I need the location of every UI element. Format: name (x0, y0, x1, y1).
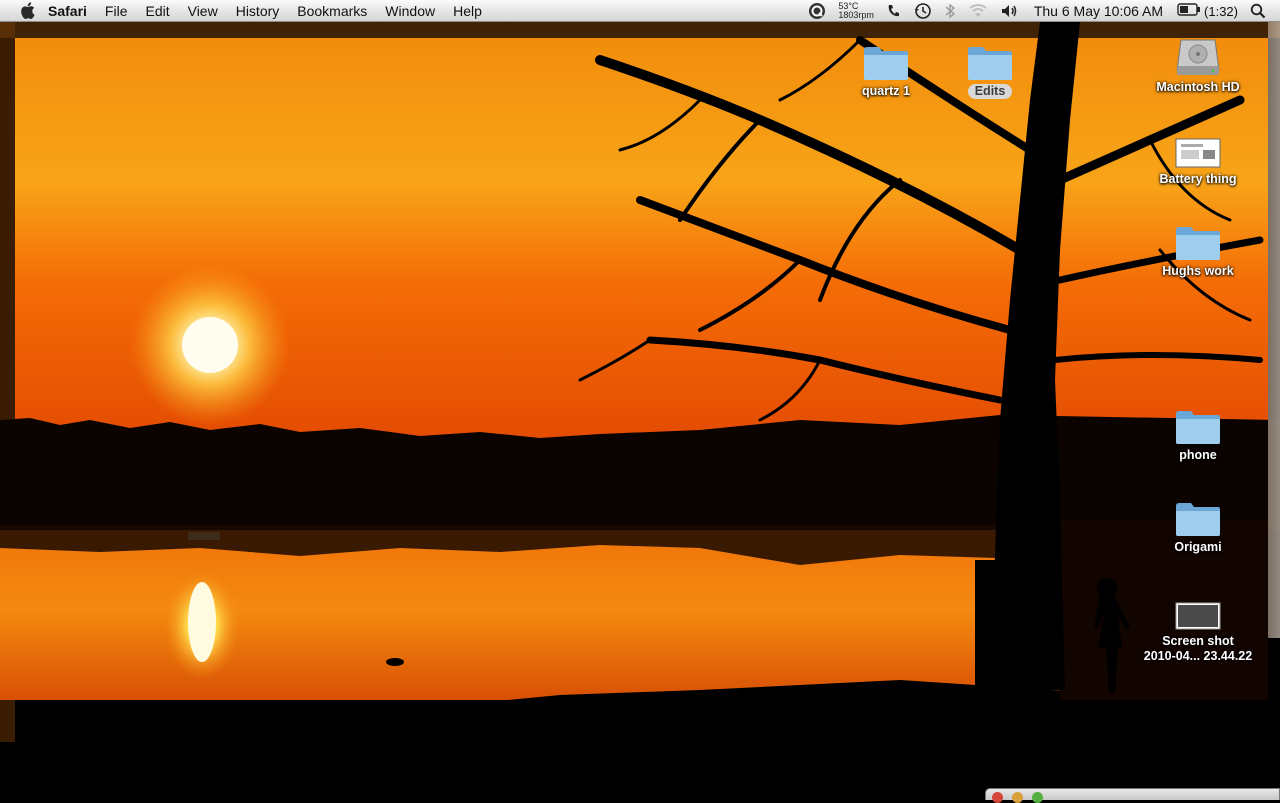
icon-label: quartz 1 (862, 84, 910, 98)
desktop-folder-hughs-work[interactable]: Hughs work (1133, 214, 1263, 279)
hard-drive-icon (1172, 30, 1224, 78)
menu-history[interactable]: History (227, 0, 289, 22)
fan-speed-value: 1803rpm (838, 10, 874, 20)
phone-icon[interactable] (886, 0, 902, 22)
status-area: 53°C 1803rpm Thu 6 May 10:06 AM (1:32) (802, 0, 1280, 22)
quicksilver-icon[interactable] (808, 0, 826, 22)
desktop-wallpaper (0, 0, 1280, 800)
temperature-monitor[interactable]: 53°C 1803rpm (838, 2, 874, 20)
desktop-disk-macintosh-hd[interactable]: Macintosh HD (1133, 30, 1263, 95)
folder-icon (860, 34, 912, 82)
desktop-folder-origami[interactable]: Origami (1133, 490, 1263, 555)
desktop-folder-edits[interactable]: Edits (925, 34, 1055, 99)
icon-label: Battery thing (1159, 172, 1237, 186)
menu-window[interactable]: Window (376, 0, 444, 22)
zoom-button[interactable] (1032, 792, 1043, 803)
screenshot-file-icon (1172, 122, 1224, 170)
window-edge (1268, 22, 1280, 638)
battery-time: (1:32) (1204, 3, 1238, 19)
menu-view[interactable]: View (179, 0, 227, 22)
icon-label-line-2: 2010-04... 23.44.22 (1143, 649, 1253, 663)
battery-status[interactable]: (1:32) (1177, 0, 1238, 22)
wifi-icon[interactable] (968, 0, 988, 22)
menu-edit[interactable]: Edit (136, 0, 178, 22)
folder-icon (1172, 214, 1224, 262)
screenshot-file-icon (1172, 584, 1224, 632)
folder-icon (964, 34, 1016, 82)
desktop-folder-phone[interactable]: phone (1133, 398, 1263, 463)
icon-label: Origami (1174, 540, 1222, 554)
close-button[interactable] (992, 792, 1003, 803)
icon-label-line-1: Screen shot (1162, 634, 1234, 648)
desktop-file-battery-thing[interactable]: Battery thing (1133, 122, 1263, 187)
folder-icon (1172, 490, 1224, 538)
time-machine-icon[interactable] (914, 0, 932, 22)
background-window-titlebar[interactable] (985, 788, 1280, 803)
icon-label-selected: Edits (967, 84, 1013, 99)
menu-help[interactable]: Help (444, 0, 491, 22)
icon-label: phone (1179, 448, 1217, 462)
volume-icon[interactable] (1000, 0, 1020, 22)
menu-bar: Safari File Edit View History Bookmarks … (0, 0, 1280, 22)
menu-bookmarks[interactable]: Bookmarks (288, 0, 376, 22)
menu-clock[interactable]: Thu 6 May 10:06 AM (1034, 3, 1163, 19)
app-menu-safari[interactable]: Safari (45, 0, 96, 22)
folder-icon (1172, 398, 1224, 446)
minimize-button[interactable] (1012, 792, 1023, 803)
battery-icon (1177, 3, 1201, 19)
menu-file[interactable]: File (96, 0, 137, 22)
icon-label: Hughs work (1162, 264, 1234, 278)
spotlight-icon[interactable] (1250, 0, 1266, 22)
icon-label: Macintosh HD (1156, 80, 1240, 94)
desktop-file-screenshot[interactable]: Screen shot 2010-04... 23.44.22 (1133, 584, 1263, 664)
bluetooth-icon[interactable] (944, 0, 956, 22)
apple-menu-icon[interactable] (17, 1, 37, 21)
